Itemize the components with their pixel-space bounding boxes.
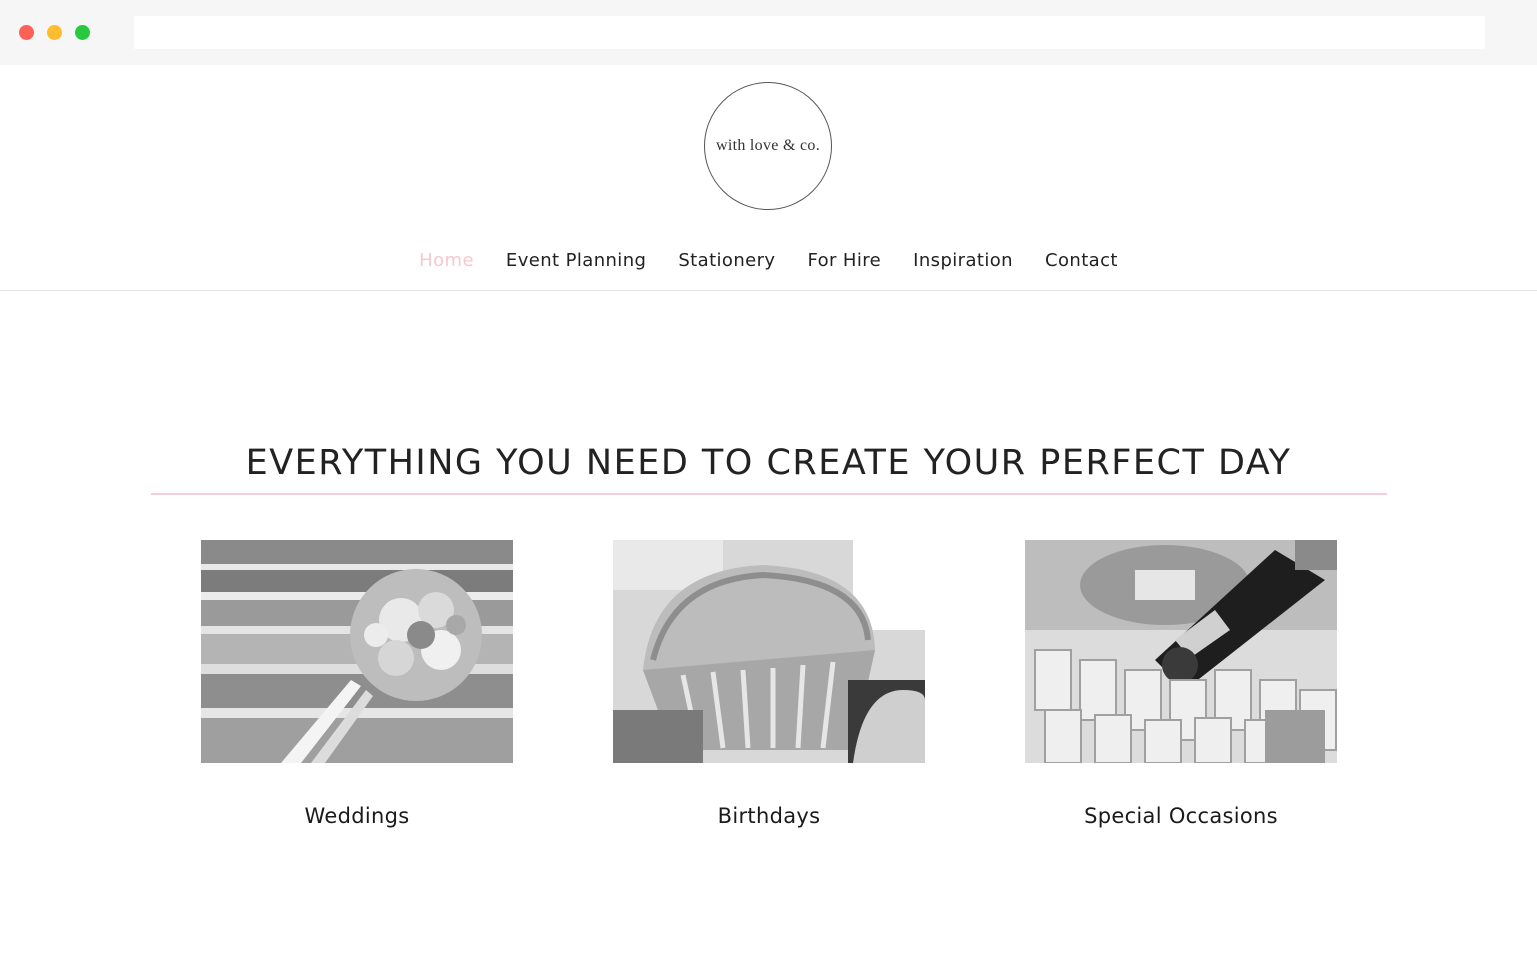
site-logo[interactable]: with love & co. bbox=[704, 82, 832, 210]
close-window-button[interactable] bbox=[19, 25, 34, 40]
page-headline: EVERYTHING YOU NEED TO CREATE YOUR PERFE… bbox=[245, 443, 1292, 484]
browser-toolbar bbox=[0, 0, 1537, 65]
nav-item-for-hire[interactable]: For Hire bbox=[807, 250, 881, 271]
card-weddings[interactable]: Weddings bbox=[201, 540, 513, 828]
nav-item-inspiration[interactable]: Inspiration bbox=[913, 250, 1013, 271]
browser-window: with love & co. Home Event Planning Stat… bbox=[0, 0, 1537, 956]
champagne-glasses-photo[interactable] bbox=[1025, 540, 1337, 763]
card-special-occasions[interactable]: Special Occasions bbox=[1025, 540, 1337, 828]
main-nav: Home Event Planning Stationery For Hire … bbox=[0, 243, 1537, 277]
logo-text: with love & co. bbox=[715, 137, 821, 154]
cupcake-photo[interactable] bbox=[613, 540, 925, 763]
card-label-weddings[interactable]: Weddings bbox=[201, 804, 513, 828]
minimize-window-button[interactable] bbox=[47, 25, 62, 40]
card-label-special-occasions[interactable]: Special Occasions bbox=[1025, 804, 1337, 828]
nav-item-home[interactable]: Home bbox=[419, 250, 474, 271]
nav-item-event-planning[interactable]: Event Planning bbox=[506, 250, 646, 271]
bouquet-photo[interactable] bbox=[201, 540, 513, 763]
header-divider bbox=[0, 290, 1537, 291]
maximize-window-button[interactable] bbox=[75, 25, 90, 40]
card-birthdays[interactable]: Birthdays bbox=[613, 540, 925, 828]
nav-item-stationery[interactable]: Stationery bbox=[678, 250, 775, 271]
address-bar[interactable] bbox=[134, 16, 1485, 49]
nav-item-contact[interactable]: Contact bbox=[1045, 250, 1118, 271]
card-label-birthdays[interactable]: Birthdays bbox=[613, 804, 925, 828]
headline-divider bbox=[151, 493, 1387, 495]
